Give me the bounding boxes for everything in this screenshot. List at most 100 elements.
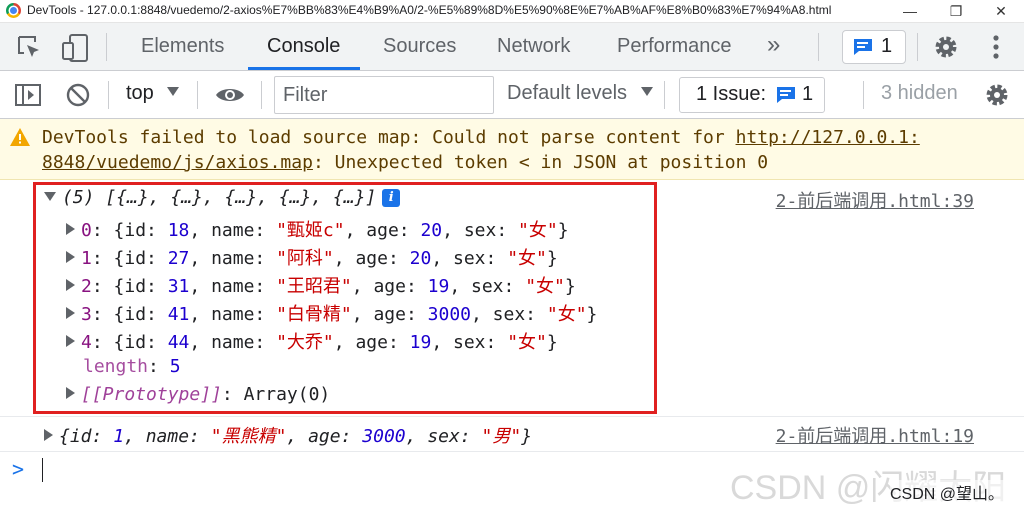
- toolbar-divider: [197, 81, 198, 109]
- expand-triangle-icon[interactable]: [44, 192, 56, 201]
- item-id: 44: [167, 332, 190, 353]
- object-age: 3000: [362, 426, 406, 447]
- tab-console[interactable]: Console: [267, 35, 340, 58]
- item-id: 41: [167, 304, 190, 325]
- length-key: length: [83, 356, 149, 377]
- item-age: 3000: [427, 304, 471, 325]
- array-item-0[interactable]: 0: {id: 18, name: "甄姬c", age: 20, sex: "…: [66, 216, 569, 242]
- expand-triangle-icon[interactable]: [66, 307, 75, 319]
- devtools-main-toolbar: Elements Console Sources Network Perform…: [0, 23, 1024, 71]
- array-item-4[interactable]: 4: {id: 44, name: "大乔", age: 19, sex: "女…: [66, 328, 558, 354]
- toolbar-divider: [863, 81, 864, 109]
- item-sex: "女": [525, 276, 565, 297]
- chevron-down-icon: [640, 87, 653, 96]
- issues-button-count: 1: [802, 83, 814, 105]
- item-name: "阿科": [276, 248, 334, 269]
- toolbar-divider: [261, 81, 262, 109]
- item-id: 31: [167, 276, 190, 297]
- minimize-button[interactable]: —: [887, 0, 933, 22]
- source-link-19[interactable]: 2-前后端调用.html:19: [776, 422, 974, 448]
- console-settings-gear-icon[interactable]: [983, 81, 1011, 109]
- expand-triangle-icon[interactable]: [66, 335, 75, 347]
- console-input-caret[interactable]: [42, 458, 43, 482]
- tab-performance[interactable]: Performance: [617, 35, 732, 58]
- issues-counter-button[interactable]: 1: [842, 30, 906, 64]
- tab-network[interactable]: Network: [497, 35, 570, 58]
- array-length-row: length: 5: [83, 356, 181, 377]
- warning-link-part1[interactable]: http://127.0.0.1:: [736, 127, 920, 148]
- item-name: "大乔": [276, 332, 334, 353]
- object-sex: "男": [481, 426, 522, 447]
- issues-button[interactable]: 1 Issue: 1: [679, 77, 825, 113]
- settings-gear-icon[interactable]: [932, 33, 960, 61]
- item-sex: "女": [546, 304, 587, 325]
- chevron-down-icon: [167, 87, 180, 96]
- prototype-key: [[Prototype]]: [81, 384, 222, 405]
- item-age: 20: [409, 248, 432, 269]
- close-button[interactable]: ✕: [978, 0, 1024, 22]
- item-index: 1: [81, 248, 92, 269]
- item-sex: "女": [507, 248, 547, 269]
- prototype-row[interactable]: [[Prototype]]: Array(0): [66, 384, 330, 405]
- toolbar-divider: [106, 33, 107, 61]
- info-icon: i: [382, 189, 401, 207]
- device-toolbar-icon[interactable]: [60, 33, 92, 63]
- active-tab-indicator: [248, 67, 360, 70]
- window-titlebar: DevTools - 127.0.0.1:8848/vuedemo/2-axio…: [0, 0, 1024, 23]
- sidebar-toggle-icon[interactable]: [14, 83, 42, 107]
- toolbar-divider: [664, 81, 665, 109]
- window-title: DevTools - 127.0.0.1:8848/vuedemo/2-axio…: [27, 3, 832, 17]
- expand-triangle-icon[interactable]: [66, 387, 75, 399]
- console-prompt-icon: >: [12, 457, 25, 481]
- object-name: "黑熊精": [210, 426, 287, 447]
- item-sex: "女": [518, 220, 558, 241]
- expand-triangle-icon[interactable]: [66, 251, 75, 263]
- console-toolbar: top Filter Default levels 1 Issue: 1 3 h…: [0, 71, 1024, 119]
- filter-input[interactable]: Filter: [274, 76, 494, 114]
- tab-elements[interactable]: Elements: [141, 35, 224, 58]
- issues-count: 1: [881, 35, 893, 57]
- log-levels-label: Default levels: [507, 82, 628, 104]
- hidden-messages-count: 3 hidden: [881, 82, 958, 104]
- item-id: 27: [167, 248, 190, 269]
- tab-sources[interactable]: Sources: [383, 35, 456, 58]
- item-name: "白骨精": [276, 304, 352, 325]
- csdn-watermark: CSDN @望山。: [890, 480, 1005, 504]
- more-tabs-button[interactable]: »: [767, 31, 780, 59]
- log-divider: [0, 451, 1024, 452]
- expand-triangle-icon[interactable]: [66, 279, 75, 291]
- chrome-logo-icon: [6, 3, 21, 18]
- toolbar-divider: [917, 33, 918, 61]
- array-item-2[interactable]: 2: {id: 31, name: "王昭君", age: 19, sex: "…: [66, 272, 576, 298]
- array-log-summary[interactable]: (5) [{…}, {…}, {…}, {…}, {…}] i: [44, 187, 401, 208]
- filter-placeholder: Filter: [283, 84, 328, 106]
- length-value: 5: [169, 356, 181, 377]
- object-log[interactable]: {id: 1, name: "黑熊精", age: 3000, sex: "男"…: [44, 422, 532, 448]
- item-index: 3: [81, 304, 92, 325]
- maximize-button[interactable]: ❐: [933, 0, 979, 22]
- context-selector[interactable]: top: [126, 82, 180, 105]
- expand-triangle-icon[interactable]: [44, 429, 53, 441]
- source-link-39[interactable]: 2-前后端调用.html:39: [776, 187, 974, 213]
- item-name: "王昭君": [276, 276, 352, 297]
- item-index: 4: [81, 332, 92, 353]
- item-sex: "女": [507, 332, 547, 353]
- warning-prefix: DevTools failed to load source map: Coul…: [42, 127, 736, 148]
- context-value: top: [126, 82, 154, 104]
- array-item-3[interactable]: 3: {id: 41, name: "白骨精", age: 3000, sex:…: [66, 300, 597, 326]
- more-options-icon[interactable]: [990, 33, 1002, 61]
- warning-text: DevTools failed to load source map: Coul…: [42, 125, 920, 175]
- array-item-1[interactable]: 1: {id: 27, name: "阿科", age: 20, sex: "女…: [66, 244, 558, 270]
- warning-link-part2[interactable]: 8848/vuedemo/js/axios.map: [42, 152, 313, 173]
- item-index: 0: [81, 220, 92, 241]
- item-age: 19: [427, 276, 450, 297]
- inspect-element-icon[interactable]: [16, 34, 44, 62]
- expand-triangle-icon[interactable]: [66, 223, 75, 235]
- log-levels-dropdown[interactable]: Default levels: [507, 82, 653, 105]
- toolbar-divider: [818, 33, 819, 61]
- live-expression-eye-icon[interactable]: [214, 84, 246, 106]
- item-id: 18: [167, 220, 190, 241]
- warning-suffix: : Unexpected token < in JSON at position…: [312, 152, 769, 173]
- clear-console-icon[interactable]: [65, 82, 91, 108]
- item-age: 20: [420, 220, 443, 241]
